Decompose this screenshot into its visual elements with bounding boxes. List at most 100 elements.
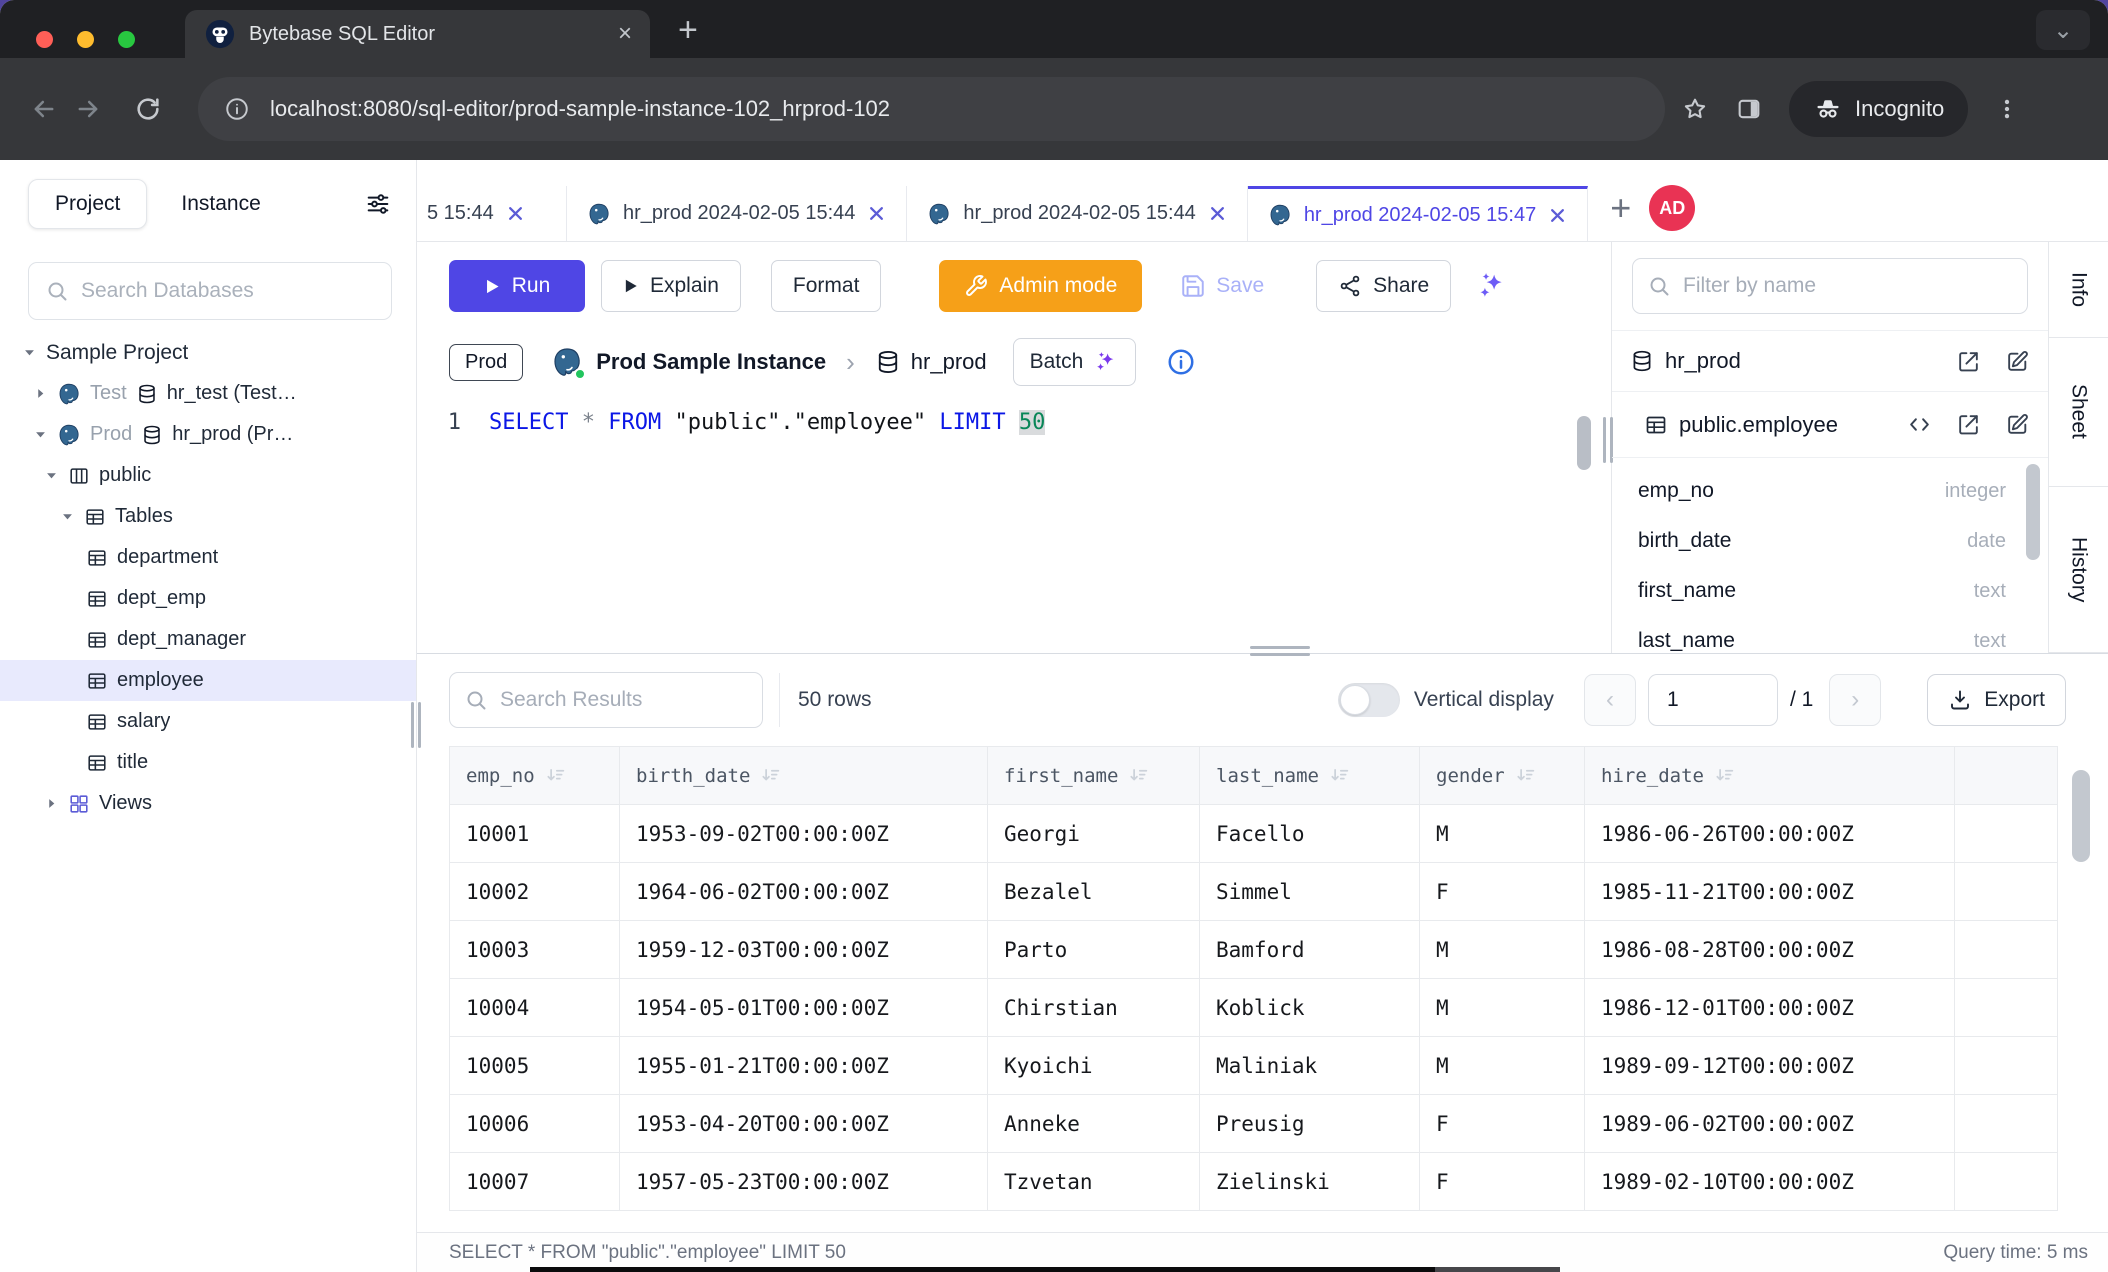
zoom-window-button[interactable] bbox=[118, 31, 135, 48]
rail-tab-history[interactable]: History bbox=[2049, 487, 2108, 653]
column-row-birth_date[interactable]: birth_datedate bbox=[1638, 516, 2020, 566]
column-row-last_name[interactable]: last_nametext bbox=[1638, 616, 2020, 653]
code-icon[interactable] bbox=[1907, 412, 1932, 437]
format-button[interactable]: Format bbox=[771, 260, 882, 312]
tree-item-tables[interactable]: Tables bbox=[0, 496, 416, 537]
query-tab[interactable]: hr_prod 2024-02-05 15:44 bbox=[907, 186, 1247, 241]
query-tab[interactable]: hr_prod 2024-02-05 15:44 bbox=[567, 186, 907, 241]
table-cell: M bbox=[1420, 979, 1585, 1037]
tree-item-dept-manager[interactable]: dept_manager bbox=[0, 619, 416, 660]
table-header-gender[interactable]: gender bbox=[1420, 747, 1585, 805]
minimize-window-button[interactable] bbox=[77, 31, 94, 48]
info-circle-icon[interactable] bbox=[1166, 347, 1196, 377]
bookmark-star-icon[interactable] bbox=[1681, 95, 1709, 123]
column-row-first_name[interactable]: first_nametext bbox=[1638, 566, 2020, 616]
table-cell: Parto bbox=[988, 921, 1200, 979]
database-name[interactable]: hr_prod bbox=[911, 349, 987, 375]
close-tab-icon[interactable] bbox=[1548, 206, 1567, 225]
database-search[interactable] bbox=[28, 262, 392, 320]
url-bar[interactable]: localhost:8080/sql-editor/prod-sample-in… bbox=[198, 77, 1665, 141]
caret-down-icon[interactable] bbox=[60, 509, 75, 524]
filter-by-name-input[interactable] bbox=[1683, 274, 2013, 298]
sparkles-icon[interactable] bbox=[1475, 269, 1509, 303]
tree-item-public[interactable]: public bbox=[0, 455, 416, 496]
download-icon bbox=[1948, 688, 1972, 712]
close-tab-icon[interactable]: × bbox=[618, 22, 632, 46]
caret-right-icon[interactable] bbox=[44, 796, 59, 811]
schema-database-row[interactable]: hr_prod bbox=[1612, 330, 2048, 392]
schema-table-row[interactable]: public.employee bbox=[1612, 392, 2048, 458]
save-button[interactable]: Save bbox=[1180, 273, 1264, 299]
share-button[interactable]: Share bbox=[1316, 260, 1451, 312]
add-query-tab-button[interactable]: + bbox=[1610, 187, 1631, 229]
results-search[interactable] bbox=[449, 672, 763, 728]
tree-item-title[interactable]: title bbox=[0, 742, 416, 783]
table-header-first_name[interactable]: first_name bbox=[988, 747, 1200, 805]
external-link-icon[interactable] bbox=[1956, 349, 1981, 374]
page-number-input[interactable] bbox=[1648, 674, 1778, 726]
user-avatar[interactable]: AD bbox=[1649, 185, 1695, 231]
rail-tab-sheet[interactable]: Sheet bbox=[2049, 338, 2108, 487]
tab-search-chevron-button[interactable]: ⌄ bbox=[2036, 10, 2090, 50]
tree-item-department[interactable]: department bbox=[0, 537, 416, 578]
close-tab-icon[interactable] bbox=[867, 204, 886, 223]
editor-scrollbar-thumb[interactable] bbox=[1577, 416, 1591, 470]
close-window-button[interactable] bbox=[36, 31, 53, 48]
export-button[interactable]: Export bbox=[1927, 674, 2066, 726]
caret-right-icon[interactable] bbox=[33, 386, 48, 401]
rail-tab-info[interactable]: Info bbox=[2049, 242, 2108, 338]
tree-item-sample-project[interactable]: Sample Project bbox=[0, 332, 416, 373]
table-header-emp_no[interactable]: emp_no bbox=[450, 747, 620, 805]
forward-arrow-icon[interactable] bbox=[66, 95, 110, 123]
tree-item-salary[interactable]: salary bbox=[0, 701, 416, 742]
site-info-icon[interactable] bbox=[224, 96, 250, 122]
close-tab-icon[interactable] bbox=[506, 204, 525, 223]
back-arrow-icon[interactable] bbox=[22, 95, 66, 123]
batch-button[interactable]: Batch bbox=[1013, 338, 1137, 386]
caret-down-icon[interactable] bbox=[44, 468, 59, 483]
query-tab[interactable]: hr_prod 2024-02-05 15:47 bbox=[1248, 186, 1588, 241]
vertical-display-toggle[interactable] bbox=[1338, 683, 1400, 717]
tree-item-hr-test-test-[interactable]: Testhr_test (Test… bbox=[0, 373, 416, 414]
admin-mode-button[interactable]: Admin mode bbox=[939, 260, 1142, 312]
query-tab-label: hr_prod 2024-02-05 15:44 bbox=[623, 202, 855, 225]
column-row-emp_no[interactable]: emp_nointeger bbox=[1638, 466, 2020, 516]
tab-project[interactable]: Project bbox=[28, 179, 147, 229]
table-header-birth_date[interactable]: birth_date bbox=[620, 747, 988, 805]
run-button[interactable]: Run bbox=[449, 260, 585, 312]
sql-editor[interactable]: 1 SELECT * FROM "public"."employee" LIMI… bbox=[417, 394, 1611, 653]
table-cell-spacer bbox=[1955, 1153, 2058, 1211]
results-resize-handle[interactable] bbox=[1250, 646, 1310, 656]
tree-item-hr-prod-pr-[interactable]: Prodhr_prod (Pr… bbox=[0, 414, 416, 455]
browser-tab[interactable]: Bytebase SQL Editor × bbox=[185, 10, 650, 58]
edit-icon[interactable] bbox=[2005, 412, 2030, 437]
close-tab-icon[interactable] bbox=[1208, 204, 1227, 223]
explain-button[interactable]: Explain bbox=[601, 260, 741, 312]
tree-item-views[interactable]: Views bbox=[0, 783, 416, 824]
next-page-button[interactable]: › bbox=[1829, 674, 1881, 726]
tree-item-employee[interactable]: employee bbox=[0, 660, 416, 701]
table-cell: 10005 bbox=[450, 1037, 620, 1095]
tree-item-dept-emp[interactable]: dept_emp bbox=[0, 578, 416, 619]
table-scrollbar-thumb[interactable] bbox=[2072, 770, 2090, 862]
side-panel-icon[interactable] bbox=[1735, 95, 1763, 123]
search-results-input[interactable] bbox=[500, 688, 748, 712]
caret-down-icon[interactable] bbox=[33, 427, 48, 442]
kebab-menu-icon[interactable] bbox=[1994, 96, 2020, 122]
caret-down-icon[interactable] bbox=[22, 345, 37, 360]
reload-icon[interactable] bbox=[126, 95, 170, 123]
tab-instance[interactable]: Instance bbox=[155, 180, 286, 228]
search-databases-input[interactable] bbox=[81, 279, 375, 303]
sliders-icon[interactable] bbox=[364, 190, 392, 218]
external-link-icon[interactable] bbox=[1956, 412, 1981, 437]
edit-icon[interactable] bbox=[2005, 349, 2030, 374]
query-tab[interactable]: 5 15:44 bbox=[417, 186, 567, 241]
prev-page-button[interactable]: ‹ bbox=[1584, 674, 1636, 726]
column-list-scrollbar-thumb[interactable] bbox=[2026, 464, 2040, 560]
new-tab-button[interactable]: + bbox=[678, 11, 698, 50]
dock-shadow bbox=[530, 1267, 1560, 1272]
instance-name[interactable]: Prod Sample Instance bbox=[596, 349, 826, 375]
table-header-last_name[interactable]: last_name bbox=[1200, 747, 1420, 805]
table-header-hire_date[interactable]: hire_date bbox=[1585, 747, 1955, 805]
filter-by-name[interactable] bbox=[1632, 258, 2028, 314]
